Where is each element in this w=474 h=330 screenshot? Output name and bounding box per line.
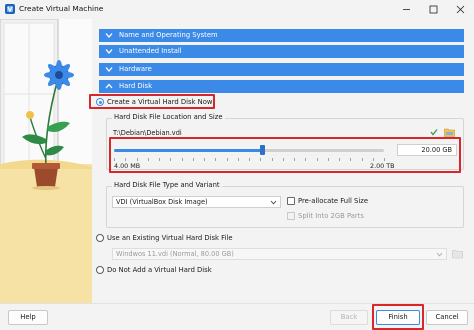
slider-tick	[271, 158, 273, 161]
slider-tick	[181, 158, 183, 161]
slider-tick	[260, 158, 262, 161]
chevron-down-icon	[105, 33, 113, 38]
chevron-up-icon	[105, 83, 113, 89]
slider-tick	[147, 158, 149, 161]
chevron-down-icon	[436, 252, 443, 257]
existing-disk-label: Use an Existing Virtual Hard Disk File	[107, 234, 233, 242]
chevron-down-icon	[105, 49, 113, 54]
section-hard-disk[interactable]: Hard Disk	[99, 80, 464, 93]
slider-tick	[339, 158, 340, 161]
cancel-button[interactable]: Cancel	[426, 310, 468, 325]
close-button[interactable]	[447, 0, 474, 19]
slider-tick	[159, 158, 160, 161]
preallocate-checkbox[interactable]	[287, 197, 295, 205]
slider-tick	[125, 158, 127, 161]
virtualbox-logo-icon	[4, 3, 16, 15]
minimize-icon	[403, 9, 410, 10]
section-hard-disk-label: Hard Disk	[119, 82, 153, 90]
slider-tick	[305, 158, 307, 161]
slider-tick	[316, 158, 318, 161]
valid-check-icon	[430, 128, 438, 136]
disk-size-input[interactable]: 20.00 GB	[397, 144, 457, 156]
preallocate-label: Pre-allocate Full Size	[298, 197, 369, 205]
existing-disk-select[interactable]: Windwos 11.vdi (Normal, 80.00 GB)	[112, 248, 447, 260]
folder-browse-disabled-icon[interactable]	[452, 248, 463, 259]
existing-disk-radio[interactable]	[96, 234, 104, 242]
create-disk-radio[interactable]	[96, 98, 104, 106]
existing-disk-selected: Windwos 11.vdi (Normal, 80.00 GB)	[116, 250, 234, 258]
slider-tick	[384, 158, 385, 161]
slider-tick	[372, 158, 374, 161]
no-disk-label: Do Not Add a Virtual Hard Disk	[107, 266, 212, 274]
title-bar: Create Virtual Machine	[0, 0, 474, 19]
slider-tick	[249, 158, 250, 161]
maximize-button[interactable]	[420, 0, 447, 19]
back-button[interactable]: Back	[330, 310, 368, 325]
split-label: Split Into 2GB Parts	[298, 212, 364, 220]
location-group-title: Hard Disk File Location and Size	[112, 113, 225, 121]
size-min-label: 4.00 MB	[114, 162, 141, 170]
finish-button[interactable]: Finish	[376, 310, 420, 325]
section-name-os-label: Name and Operating System	[119, 31, 218, 39]
no-disk-radio[interactable]	[96, 266, 104, 274]
disk-file-path[interactable]: T:\Debian\Debian.vdi	[113, 129, 182, 137]
slider-tick	[170, 158, 172, 161]
slider-tick	[237, 158, 239, 161]
slider-tick	[114, 158, 115, 161]
maximize-icon	[429, 5, 438, 14]
disk-type-select[interactable]: VDI (VirtualBox Disk Image)	[112, 196, 281, 208]
folder-browse-icon[interactable]	[444, 127, 455, 137]
slider-tick	[192, 158, 194, 161]
wizard-content: Name and Operating System Unattended Ins…	[89, 19, 474, 303]
window-title: Create Virtual Machine	[19, 4, 104, 13]
wizard-footer: Help Back Finish Cancel	[0, 303, 474, 330]
help-button[interactable]: Help	[8, 310, 48, 325]
split-checkbox[interactable]	[287, 212, 295, 220]
section-hardware-label: Hardware	[119, 65, 152, 73]
slider-ticks	[114, 158, 385, 162]
slider-tick	[204, 158, 205, 161]
section-unattended[interactable]: Unattended Install	[99, 45, 464, 58]
slider-tick	[136, 158, 138, 161]
create-disk-label: Create a Virtual Hard Disk Now	[107, 98, 213, 106]
slider-tick	[226, 158, 228, 161]
slider-tick	[327, 158, 329, 161]
slider-tick	[294, 158, 295, 161]
type-group-title: Hard Disk File Type and Variant	[112, 181, 222, 189]
section-hardware[interactable]: Hardware	[99, 63, 464, 76]
section-unattended-label: Unattended Install	[119, 47, 182, 55]
section-name-os[interactable]: Name and Operating System	[99, 29, 464, 42]
close-icon	[456, 5, 465, 14]
disk-type-selected: VDI (VirtualBox Disk Image)	[116, 198, 208, 206]
wizard-illustration	[0, 19, 92, 303]
minimize-button[interactable]	[393, 0, 420, 19]
size-max-label: 2.00 TB	[370, 162, 395, 170]
slider-tick	[282, 158, 284, 161]
slider-tick	[215, 158, 217, 161]
chevron-down-icon	[270, 200, 277, 205]
chevron-down-icon	[105, 67, 113, 72]
slider-thumb[interactable]	[260, 145, 265, 155]
slider-tick	[361, 158, 363, 161]
disk-size-slider[interactable]	[114, 145, 384, 157]
slider-tick	[350, 158, 352, 161]
slider-fill	[114, 149, 263, 152]
